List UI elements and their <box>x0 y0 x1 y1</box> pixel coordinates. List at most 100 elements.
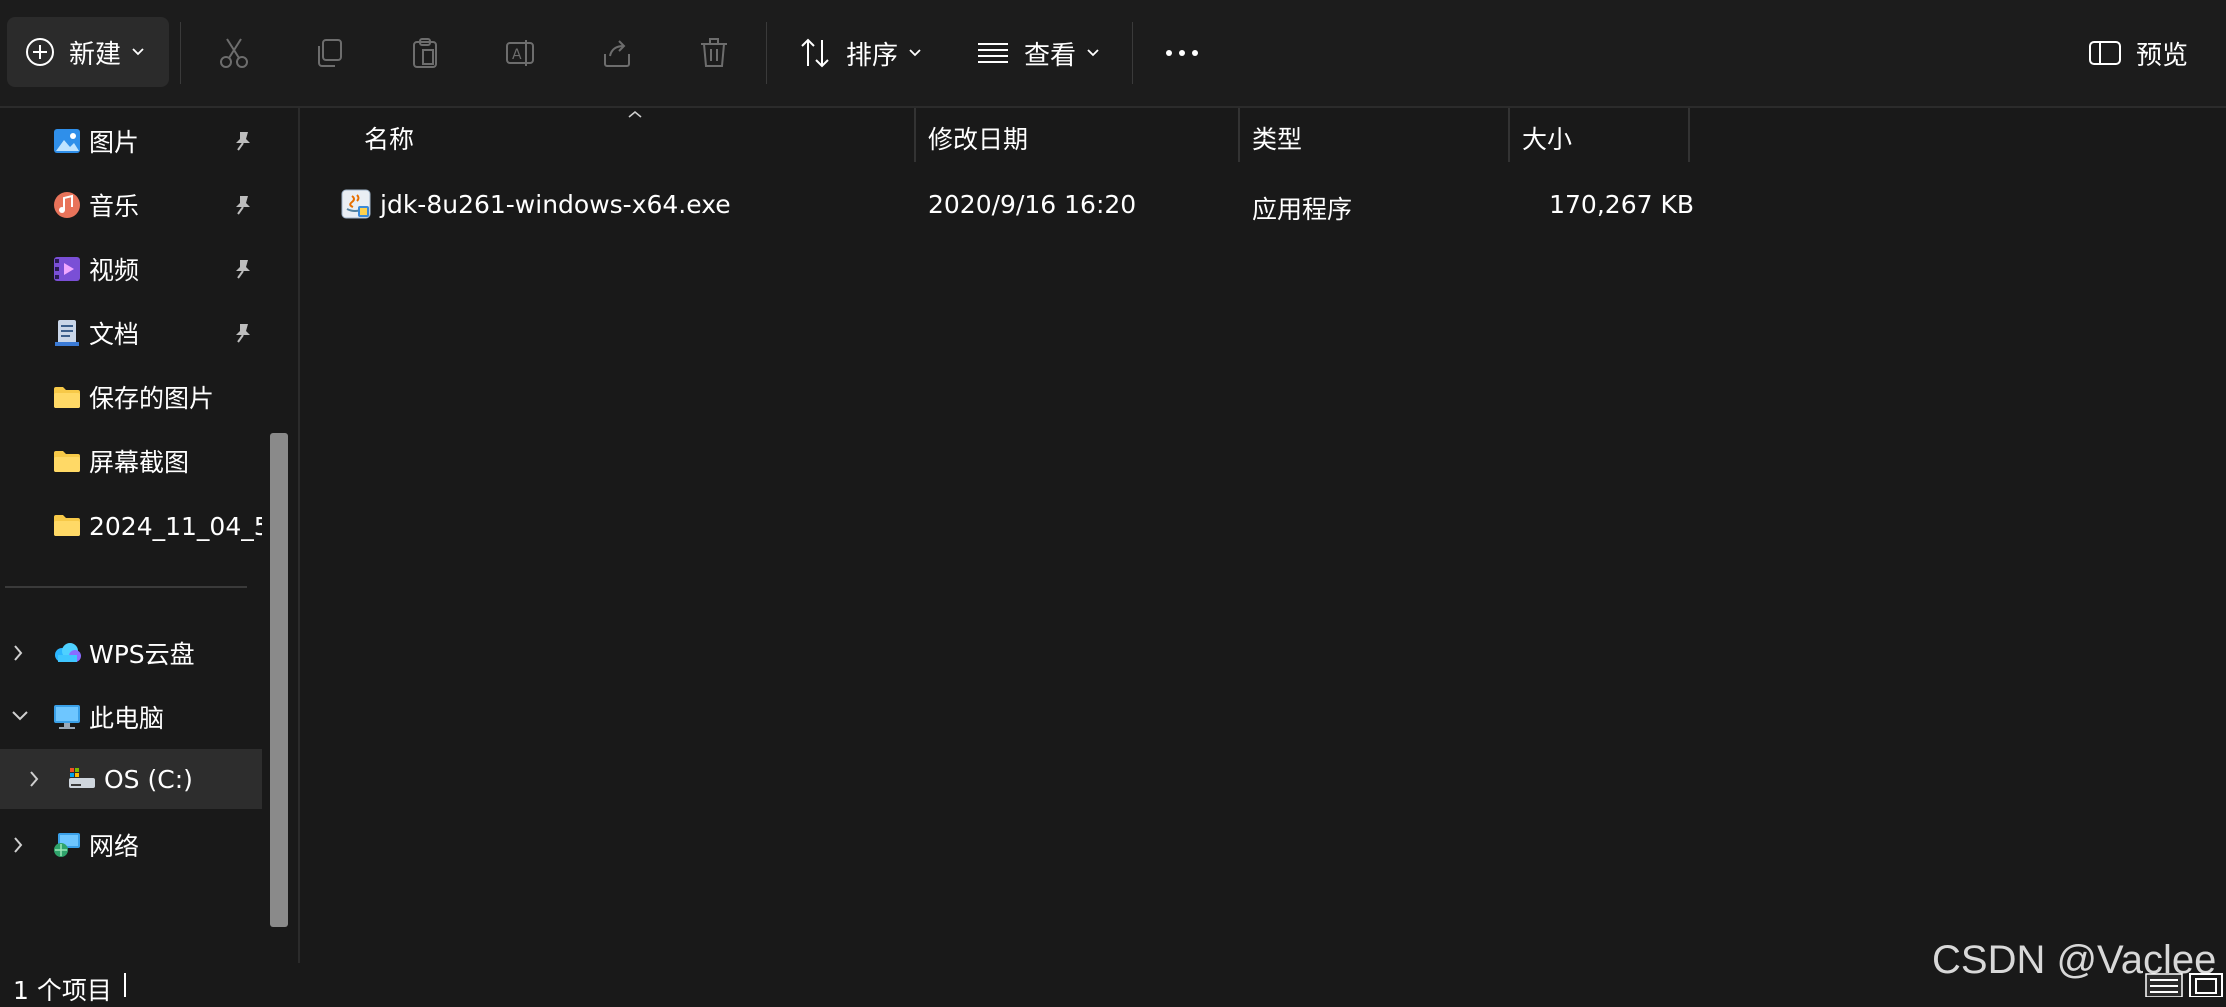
sidebar-item-label: 保存的图片 <box>89 384 215 413</box>
sidebar-divider <box>5 586 247 588</box>
sidebar-item-label: 此电脑 <box>89 704 165 733</box>
sidebar-item-screenshots[interactable]: 屏幕截图 <box>0 431 262 491</box>
sort-icon <box>801 38 829 68</box>
navigation-pane: 图片 音乐 视频 文档 保存的图片 屏幕截图 2024_11_04_5 WPS云… <box>0 108 268 963</box>
new-button-label: 新建 <box>69 39 122 70</box>
file-size: 170,267 KB <box>1549 190 1694 219</box>
column-divider[interactable] <box>1508 108 1510 162</box>
sidebar-item-music[interactable]: 音乐 <box>0 175 262 235</box>
file-modified: 2020/9/16 16:20 <box>928 190 1137 219</box>
status-bar: 1 个项目 <box>0 963 2226 1005</box>
sidebar-item-documents[interactable]: 文档 <box>0 303 262 363</box>
cut-icon <box>220 38 248 68</box>
sidebar-item-label: WPS云盘 <box>89 640 195 669</box>
preview-pane-label: 预览 <box>2136 40 2189 71</box>
rename-icon: A <box>506 40 534 66</box>
plus-icon <box>26 38 54 66</box>
network-icon <box>54 833 80 857</box>
sidebar-item-label: OS (C:) <box>104 764 193 794</box>
pin-icon <box>236 132 250 151</box>
column-header-modified[interactable]: 修改日期 <box>928 108 1028 168</box>
copy-icon <box>318 39 342 67</box>
view-button[interactable]: 查看 <box>976 28 1100 78</box>
column-header-type[interactable]: 类型 <box>1252 108 1302 168</box>
column-header-label: 修改日期 <box>928 125 1029 154</box>
chevron-right-icon[interactable] <box>10 835 26 855</box>
paste-button[interactable] <box>405 33 445 73</box>
cut-button[interactable] <box>214 33 254 73</box>
toolbar-divider <box>1132 22 1133 84</box>
sort-ascending-icon <box>628 110 642 118</box>
chevron-down-icon <box>1087 49 1099 57</box>
column-header-size[interactable]: 大小 <box>1522 108 1572 168</box>
sidebar-item-label: 网络 <box>89 832 140 861</box>
share-icon <box>604 40 630 67</box>
svg-text:A: A <box>512 47 522 63</box>
drive-icon <box>69 768 95 788</box>
sidebar-item-saved-pictures[interactable]: 保存的图片 <box>0 367 262 427</box>
file-name: jdk-8u261-windows-x64.exe <box>380 190 731 219</box>
sidebar-item-network[interactable]: 网络 <box>0 815 262 875</box>
command-bar: 新建 A 排序 查看 预览 <box>0 0 2226 108</box>
item-count: 1 个项目 <box>13 976 112 1005</box>
toolbar-divider <box>766 22 767 84</box>
preview-pane-icon <box>2089 41 2121 65</box>
folder-icon <box>54 387 80 408</box>
chevron-right-icon[interactable] <box>26 769 42 789</box>
more-icon <box>1166 50 1198 56</box>
sidebar-item-label: 屏幕截图 <box>89 448 190 477</box>
sidebar-item-dated-folder[interactable]: 2024_11_04_5活 <box>0 495 262 555</box>
column-divider[interactable] <box>1688 108 1690 162</box>
music-icon <box>54 192 80 218</box>
chevron-down-icon <box>909 49 921 57</box>
sidebar-item-os-c-drive[interactable]: OS (C:) <box>0 749 262 809</box>
column-header-label: 类型 <box>1252 125 1303 154</box>
pin-icon <box>236 324 250 343</box>
column-divider[interactable] <box>914 108 916 162</box>
delete-icon <box>701 38 727 67</box>
java-installer-icon <box>341 189 371 219</box>
sidebar-item-videos[interactable]: 视频 <box>0 239 262 299</box>
chevron-down-icon[interactable] <box>10 707 30 723</box>
rename-button[interactable]: A <box>501 33 541 73</box>
column-header-label: 名称 <box>364 125 415 154</box>
sidebar-item-label: 音乐 <box>89 192 140 221</box>
status-divider <box>124 973 126 997</box>
view-button-label: 查看 <box>1024 40 1077 71</box>
details-view-icon[interactable] <box>2145 973 2183 997</box>
view-toggle[interactable] <box>2144 970 2226 997</box>
table-row[interactable]: jdk-8u261-windows-x64.exe 2020/9/16 16:2… <box>320 172 1790 236</box>
file-list: 名称 修改日期 类型 大小 jdk-8u261-windows-x64.exe … <box>300 108 2226 963</box>
sidebar-item-label: 2024_11_04_5活 <box>89 512 262 541</box>
view-icon <box>978 43 1008 63</box>
chevron-right-icon[interactable] <box>10 643 26 663</box>
new-button[interactable]: 新建 <box>7 17 169 87</box>
column-header-name[interactable]: 名称 <box>364 108 414 168</box>
sidebar-item-pictures[interactable]: 图片 <box>0 111 262 171</box>
more-options-button[interactable] <box>1162 33 1202 73</box>
sidebar-item-label: 文档 <box>89 320 140 349</box>
folder-icon <box>54 451 80 472</box>
copy-button[interactable] <box>310 33 350 73</box>
documents-icon <box>55 320 79 346</box>
column-header-label: 大小 <box>1522 125 1573 154</box>
preview-pane-button[interactable]: 预览 <box>2088 28 2188 78</box>
toolbar-divider <box>180 22 181 84</box>
column-divider[interactable] <box>1238 108 1240 162</box>
sidebar-item-this-pc[interactable]: 此电脑 <box>0 687 262 747</box>
cloud-icon <box>55 643 81 662</box>
sidebar-item-wps-cloud[interactable]: WPS云盘 <box>0 623 262 683</box>
delete-button[interactable] <box>694 33 734 73</box>
share-button[interactable] <box>597 33 637 73</box>
computer-icon <box>54 705 80 729</box>
tiles-view-icon[interactable] <box>2189 973 2223 997</box>
sort-button-label: 排序 <box>846 40 899 71</box>
videos-icon <box>54 257 80 281</box>
sort-button[interactable]: 排序 <box>798 28 922 78</box>
chevron-down-icon <box>132 48 144 56</box>
sidebar-scrollbar-thumb[interactable] <box>270 433 288 927</box>
file-type: 应用程序 <box>1252 195 1353 224</box>
sidebar-item-label: 视频 <box>89 256 140 285</box>
folder-icon <box>54 515 80 536</box>
paste-icon <box>413 38 437 68</box>
